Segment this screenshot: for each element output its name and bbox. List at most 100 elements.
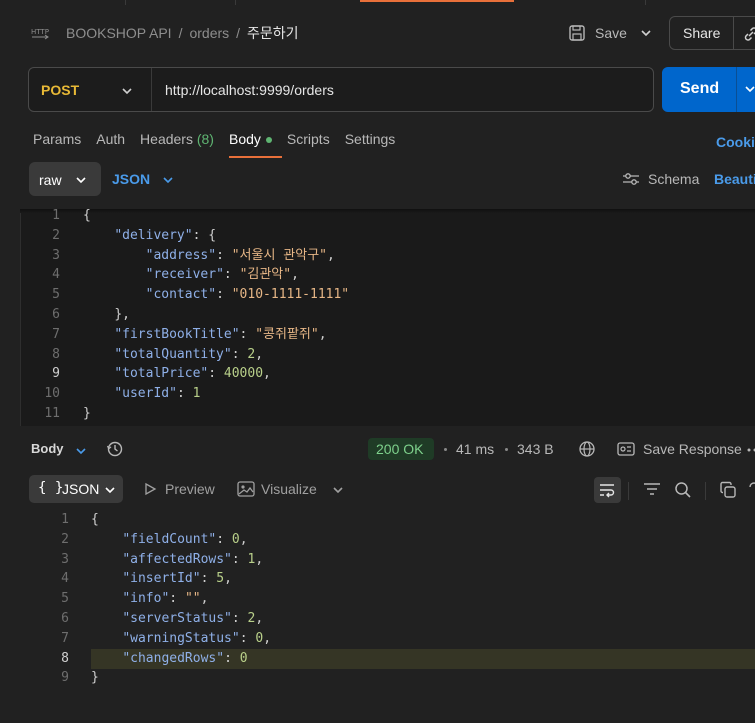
tab-strip bbox=[0, 0, 755, 5]
code-line[interactable]: 4 "receiver": "김관악", bbox=[20, 265, 349, 285]
breadcrumb-separator: / bbox=[236, 25, 241, 41]
visualize-label: Visualize bbox=[261, 481, 317, 497]
code-line[interactable]: 2 "fieldCount": 0, bbox=[26, 530, 271, 550]
tab-scripts[interactable]: Scripts bbox=[287, 131, 330, 151]
breadcrumb-request[interactable]: 주문하기 bbox=[247, 23, 299, 43]
visualize-button[interactable]: Visualize bbox=[237, 481, 317, 497]
line-number: 7 bbox=[52, 326, 60, 342]
code-line[interactable]: 6 "serverStatus": 2, bbox=[26, 609, 271, 629]
code-text: { bbox=[91, 512, 99, 527]
response-time[interactable]: 41 ms bbox=[456, 441, 494, 457]
code-line[interactable]: 9} bbox=[26, 668, 271, 688]
headers-count: (8) bbox=[196, 131, 214, 147]
line-number: 4 bbox=[52, 267, 60, 283]
status-badge[interactable]: 200 OK bbox=[368, 438, 434, 460]
sliders-icon bbox=[623, 173, 639, 185]
schema-button[interactable]: Schema bbox=[622, 171, 699, 187]
breadcrumb-folder[interactable]: orders bbox=[189, 25, 229, 41]
history-icon[interactable] bbox=[106, 440, 124, 458]
response-body-code[interactable]: 1{2 "fieldCount": 0, 3 "affectedRows": 1,… bbox=[26, 510, 271, 688]
filter-icon[interactable] bbox=[643, 481, 661, 497]
save-options-chevron-icon[interactable] bbox=[640, 26, 652, 42]
wrap-lines-button[interactable] bbox=[594, 477, 621, 503]
line-number: 9 bbox=[52, 366, 60, 382]
code-line[interactable]: 8 "changedRows": 0 bbox=[26, 649, 271, 669]
link-icon[interactable] bbox=[742, 25, 755, 43]
code-line[interactable]: 9 "totalPrice": 40000, bbox=[20, 364, 349, 384]
wrap-icon bbox=[600, 484, 615, 498]
schema-label: Schema bbox=[648, 171, 700, 187]
active-tab-indicator bbox=[360, 0, 514, 2]
body-mode-label: raw bbox=[39, 172, 62, 188]
code-line[interactable]: 11} bbox=[20, 404, 349, 424]
code-line[interactable]: 1{ bbox=[26, 510, 271, 530]
line-number: 9 bbox=[61, 670, 69, 686]
preview-label: Preview bbox=[165, 481, 215, 497]
line-number: 8 bbox=[52, 346, 60, 362]
code-line[interactable]: 7 "firstBookTitle": "콩쥐팥쥐", bbox=[20, 325, 349, 345]
code-line[interactable]: 2 "delivery": { bbox=[20, 226, 349, 246]
separator-dot bbox=[505, 448, 508, 451]
chevron-down-icon[interactable] bbox=[332, 484, 344, 496]
response-format-select[interactable]: { } JSON bbox=[29, 475, 123, 503]
tab-params[interactable]: Params bbox=[33, 131, 81, 151]
code-text: "info": "", bbox=[122, 591, 209, 607]
cookies-link[interactable]: Cookie bbox=[716, 134, 755, 150]
code-text: "changedRows": 0 bbox=[122, 650, 248, 666]
code-line[interactable]: 3 "address": "서울시 관악구", bbox=[20, 246, 349, 266]
play-icon bbox=[145, 482, 157, 496]
code-text: "warningStatus": 0, bbox=[122, 630, 272, 646]
chevron-down-icon[interactable] bbox=[75, 445, 87, 457]
code-text: }, bbox=[114, 306, 130, 322]
url-input[interactable]: http://localhost:9999/orders bbox=[165, 82, 334, 98]
beautify-button[interactable]: Beauti bbox=[714, 171, 755, 187]
code-line[interactable]: 3 "affectedRows": 1, bbox=[26, 550, 271, 570]
line-number: 2 bbox=[61, 531, 69, 547]
code-line[interactable]: 1{ bbox=[20, 206, 349, 226]
chevron-down-icon bbox=[76, 177, 86, 184]
code-line[interactable]: 4 "insertId": 5, bbox=[26, 569, 271, 589]
divider bbox=[151, 68, 152, 111]
code-line[interactable]: 8 "totalQuantity": 2, bbox=[20, 345, 349, 365]
chevron-down-icon[interactable] bbox=[744, 83, 755, 95]
copy-icon[interactable] bbox=[719, 481, 737, 499]
save-response-button[interactable]: Save Response bbox=[617, 441, 742, 457]
tab-settings[interactable]: Settings bbox=[345, 131, 396, 151]
line-number: 3 bbox=[61, 551, 69, 567]
response-body-label[interactable]: Body bbox=[31, 441, 64, 456]
tab-headers[interactable]: Headers (8) bbox=[140, 131, 214, 151]
method-select[interactable]: POST bbox=[41, 82, 79, 98]
code-line[interactable]: 5 "contact": "010-1111-1111" bbox=[20, 285, 349, 305]
code-line[interactable]: 10 "userId": 1 bbox=[20, 384, 349, 404]
body-format-select[interactable]: JSON bbox=[112, 171, 150, 187]
response-size[interactable]: 343 B bbox=[517, 441, 554, 457]
code-line[interactable]: 5 "info": "", bbox=[26, 589, 271, 609]
breadcrumb-collection[interactable]: BOOKSHOP API bbox=[66, 25, 172, 41]
svg-text:HTTP: HTTP bbox=[31, 28, 49, 36]
send-button[interactable]: Send bbox=[662, 67, 755, 112]
chevron-down-icon[interactable] bbox=[121, 85, 133, 97]
code-text: "firstBookTitle": "콩쥐팥쥐", bbox=[114, 326, 327, 342]
tab-body[interactable]: Body bbox=[228, 131, 282, 158]
save-response-label: Save Response bbox=[643, 441, 742, 457]
share-button[interactable]: Share bbox=[669, 16, 755, 50]
body-mode-select[interactable]: raw bbox=[29, 162, 101, 196]
breadcrumb: HTTP BOOKSHOP API / orders / 주문하기 bbox=[30, 24, 299, 42]
tab-body-label: Body bbox=[228, 131, 261, 147]
code-text: "userId": 1 bbox=[114, 386, 201, 402]
tab-auth[interactable]: Auth bbox=[96, 131, 125, 151]
preview-button[interactable]: Preview bbox=[143, 481, 215, 497]
divider bbox=[628, 482, 629, 500]
braces-icon: { } bbox=[38, 480, 64, 496]
chevron-down-icon[interactable] bbox=[162, 174, 174, 186]
link-icon[interactable] bbox=[748, 481, 755, 499]
code-line[interactable]: 6 }, bbox=[20, 305, 349, 325]
request-body-code[interactable]: 1{2 "delivery": {3 "address": "서울시 관악구",… bbox=[20, 206, 349, 424]
globe-icon[interactable] bbox=[578, 440, 596, 458]
save-button[interactable]: Save bbox=[568, 22, 627, 44]
search-icon[interactable] bbox=[674, 481, 692, 499]
code-line[interactable]: 7 "warningStatus": 0, bbox=[26, 629, 271, 649]
send-label: Send bbox=[680, 80, 720, 97]
more-icon[interactable] bbox=[747, 448, 755, 452]
code-text: "affectedRows": 1, bbox=[122, 551, 264, 567]
